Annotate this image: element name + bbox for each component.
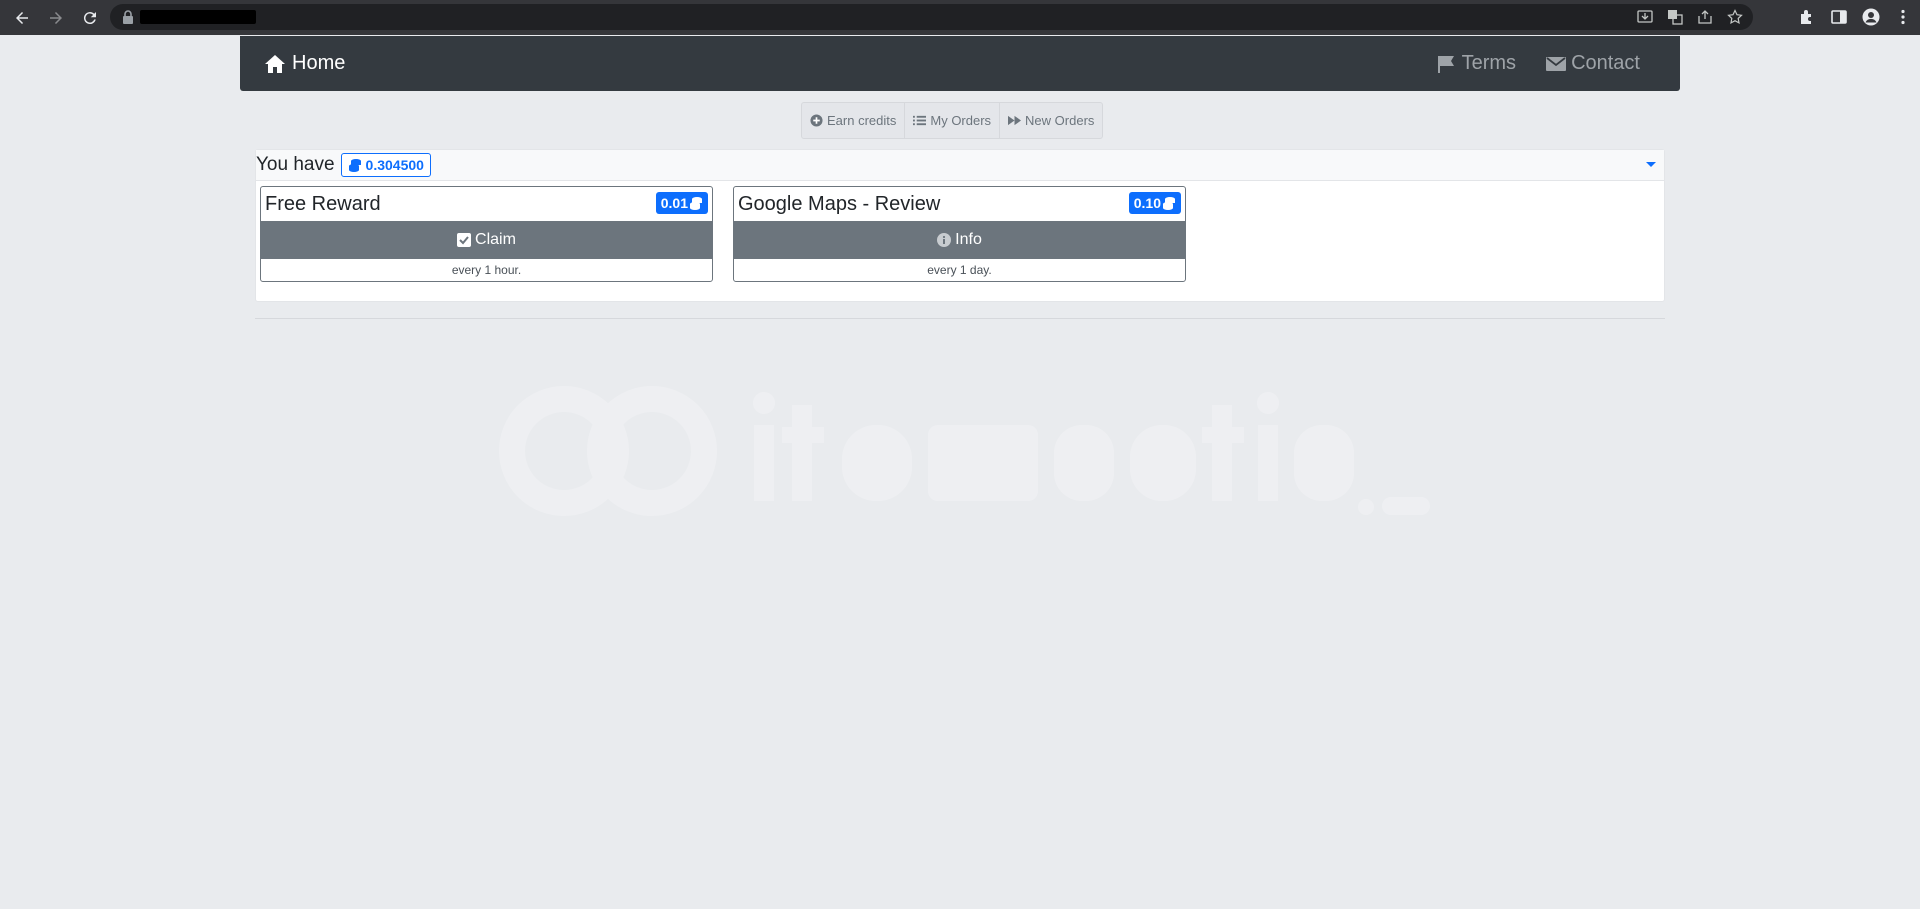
balance-value: 0.304500 bbox=[365, 157, 424, 173]
envelope-icon bbox=[1546, 56, 1567, 71]
browser-toolbar bbox=[0, 0, 1920, 35]
contact-link[interactable]: Contact bbox=[1546, 52, 1640, 75]
claim-label: Claim bbox=[475, 231, 516, 248]
install-icon[interactable] bbox=[1637, 9, 1653, 25]
reward-badge: 0.10 bbox=[1128, 192, 1181, 214]
earn-credits-label: Earn credits bbox=[827, 113, 897, 128]
forward-button[interactable] bbox=[44, 6, 68, 30]
claim-button[interactable]: Claim bbox=[261, 221, 712, 259]
list-icon bbox=[913, 115, 927, 126]
card-frequency: every 1 day. bbox=[927, 263, 992, 277]
card-title: Free Reward bbox=[265, 192, 381, 215]
watermark-logo bbox=[499, 386, 1430, 516]
caret-down-icon[interactable] bbox=[1646, 162, 1656, 167]
site-navbar: Home Terms Contact bbox=[240, 36, 1680, 91]
reload-icon bbox=[83, 11, 96, 24]
terms-label: Terms bbox=[1461, 52, 1517, 74]
earn-credits-button[interactable]: Earn credits bbox=[801, 102, 906, 139]
home-icon bbox=[265, 54, 285, 73]
profile-avatar-icon[interactable] bbox=[1862, 8, 1880, 26]
subnav-button-group: Earn credits My Orders New Orders bbox=[801, 102, 1104, 139]
arrow-right-icon bbox=[50, 11, 62, 24]
address-bar[interactable] bbox=[110, 4, 1753, 30]
info-label: Info bbox=[955, 231, 982, 248]
new-orders-button[interactable]: New Orders bbox=[999, 102, 1104, 139]
reward-badge: 0.01 bbox=[655, 192, 708, 214]
reward-value: 0.10 bbox=[1133, 195, 1161, 211]
extensions-icon[interactable] bbox=[1798, 8, 1816, 26]
translate-icon[interactable] bbox=[1667, 9, 1683, 25]
share-icon[interactable] bbox=[1697, 9, 1713, 25]
credits-header[interactable]: You have 0.304500 bbox=[256, 150, 1664, 181]
reward-value: 0.01 bbox=[660, 195, 688, 211]
flag-icon bbox=[1437, 55, 1454, 73]
new-orders-label: New Orders bbox=[1025, 113, 1095, 128]
contact-label: Contact bbox=[1571, 52, 1640, 74]
more-menu-icon[interactable] bbox=[1894, 8, 1912, 26]
url-redacted bbox=[140, 10, 256, 24]
info-button[interactable]: Info bbox=[734, 221, 1185, 259]
info-circle-icon bbox=[937, 233, 952, 247]
reload-button[interactable] bbox=[78, 6, 102, 30]
my-orders-button[interactable]: My Orders bbox=[904, 102, 1001, 139]
you-have-label: You have bbox=[256, 154, 335, 175]
coins-icon bbox=[348, 159, 361, 172]
back-button[interactable] bbox=[10, 6, 34, 30]
coins-icon bbox=[690, 197, 702, 210]
check-square-icon bbox=[457, 233, 472, 247]
card-frequency: every 1 hour. bbox=[451, 263, 522, 277]
coins-icon bbox=[1163, 197, 1175, 210]
fast-forward-icon bbox=[1008, 115, 1022, 126]
my-orders-label: My Orders bbox=[930, 113, 992, 128]
home-link[interactable]: Home bbox=[264, 36, 345, 91]
divider bbox=[255, 318, 1665, 319]
bookmark-star-icon[interactable] bbox=[1727, 9, 1743, 25]
lock-icon bbox=[123, 10, 133, 24]
home-label: Home bbox=[292, 52, 346, 74]
terms-link[interactable]: Terms bbox=[1437, 52, 1516, 75]
reward-card-google-maps-review: Google Maps - Review 0.10 Info every 1 d… bbox=[733, 186, 1186, 282]
reward-card-free-reward: Free Reward 0.01 Claim every 1 hour. bbox=[260, 186, 713, 282]
balance-badge: 0.304500 bbox=[340, 153, 431, 177]
side-panel-icon[interactable] bbox=[1830, 8, 1848, 26]
card-title: Google Maps - Review bbox=[738, 192, 941, 215]
arrow-left-icon bbox=[16, 11, 28, 24]
plus-circle-icon bbox=[810, 114, 823, 127]
